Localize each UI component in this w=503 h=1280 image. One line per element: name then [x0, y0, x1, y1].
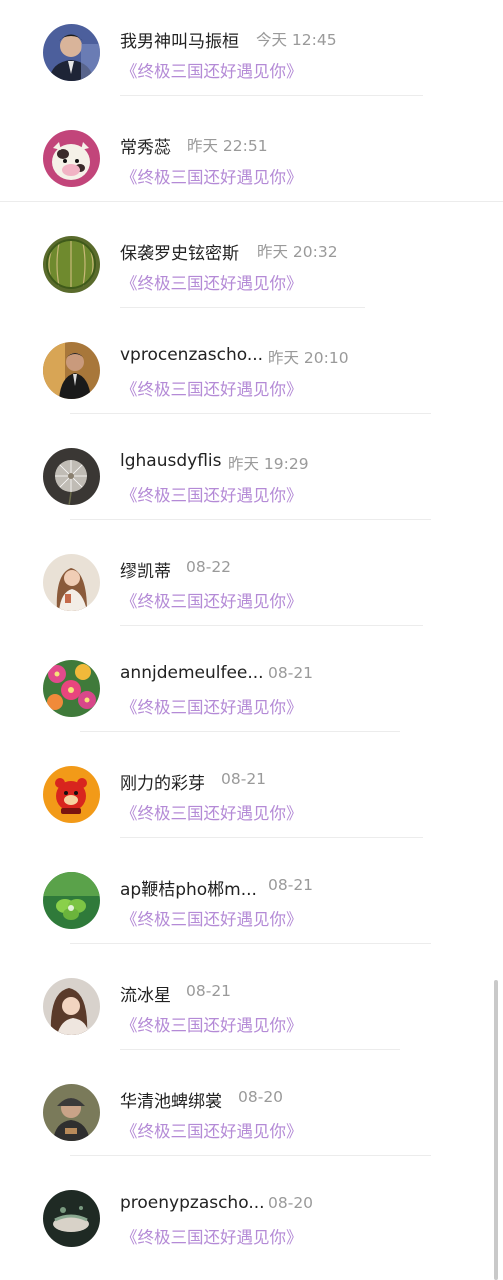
- message-preview: 《终极三国还好遇见你》: [121, 804, 303, 823]
- conversation-row[interactable]: 常秀蕊 昨天 22:51 《终极三国还好遇见你》: [0, 106, 503, 212]
- row-divider: [70, 943, 431, 944]
- contact-name: proenypzascho...: [120, 1193, 265, 1213]
- conversation-row[interactable]: proenypzascho... 08-20 《终极三国还好遇见你》: [0, 1166, 503, 1272]
- conversation-row[interactable]: vprocenzascho... 昨天 20:10 《终极三国还好遇见你》: [0, 318, 503, 424]
- girl-portrait-photo-icon[interactable]: [43, 978, 100, 1035]
- contact-name: 流冰星: [120, 986, 171, 1006]
- cactus-photo-icon[interactable]: [43, 236, 100, 293]
- row-divider: [120, 95, 423, 96]
- contact-name: 缪凯蒂: [120, 562, 171, 582]
- message-time: 昨天 20:10: [268, 349, 349, 367]
- message-preview: 《终极三国还好遇见你》: [121, 168, 303, 187]
- message-preview: 《终极三国还好遇见你》: [121, 1228, 303, 1247]
- message-preview: 《终极三国还好遇见你》: [121, 486, 303, 505]
- message-time: 08-22: [186, 558, 232, 576]
- row-divider: [70, 519, 431, 520]
- contact-name: 华清池蜱绑裳: [120, 1092, 222, 1112]
- row-divider: [120, 1049, 400, 1050]
- message-preview: 《终极三国还好遇见你》: [121, 592, 303, 611]
- woman-portrait-photo-icon[interactable]: [43, 554, 100, 611]
- conversation-row[interactable]: 华清池蜱绑裳 08-20 《终极三国还好遇见你》: [0, 1060, 503, 1166]
- conversation-row[interactable]: ap鞭桔pho郴m... 08-21 《终极三国还好遇见你》: [0, 848, 503, 954]
- contact-name: lghausdyflis: [120, 451, 222, 471]
- message-time: 08-21: [186, 982, 232, 1000]
- message-time: 08-21: [221, 770, 267, 788]
- contact-name: 我男神叫马振桓: [120, 32, 239, 52]
- contact-name: annjdemeulfee...: [120, 663, 264, 683]
- contact-name: 保袭罗史铉密斯: [120, 244, 239, 264]
- dandelion-photo-icon[interactable]: [43, 448, 100, 505]
- conversation-list: 我男神叫马振桓 今天 12:45 《终极三国还好遇见你》 常秀蕊 昨天 22:5…: [0, 0, 503, 1280]
- contact-name: 刚力的彩芽: [120, 774, 205, 794]
- row-divider: [120, 837, 423, 838]
- message-preview: 《终极三国还好遇见你》: [121, 1016, 303, 1035]
- row-divider: [0, 201, 503, 202]
- message-time: 08-21: [268, 876, 314, 894]
- conversation-row[interactable]: 我男神叫马振桓 今天 12:45 《终极三国还好遇见你》: [0, 0, 503, 106]
- dark-scene-photo-icon[interactable]: [43, 1190, 100, 1247]
- contact-name: ap鞭桔pho郴m...: [120, 880, 257, 900]
- conversation-row[interactable]: 流冰星 08-21 《终极三国还好遇见你》: [0, 954, 503, 1060]
- conversation-row[interactable]: lghausdyflis 昨天 19:29 《终极三国还好遇见你》: [0, 424, 503, 530]
- row-divider: [80, 731, 400, 732]
- message-time: 昨天 22:51: [187, 137, 268, 155]
- cartoon-cow-avatar-icon[interactable]: [43, 130, 100, 187]
- row-divider: [70, 413, 431, 414]
- contact-name: 常秀蕊: [120, 138, 171, 158]
- message-preview: 《终极三国还好遇见你》: [121, 274, 303, 293]
- man-with-cap-photo-icon[interactable]: [43, 1084, 100, 1141]
- conversation-row[interactable]: 保袭罗史铉密斯 昨天 20:32 《终极三国还好遇见你》: [0, 212, 503, 318]
- message-preview: 《终极三国还好遇见你》: [121, 698, 303, 717]
- message-time: 08-21: [268, 664, 314, 682]
- message-time: 08-20: [268, 1194, 314, 1212]
- row-divider: [120, 625, 423, 626]
- man-portrait-photo-icon[interactable]: [43, 342, 100, 399]
- message-preview: 《终极三国还好遇见你》: [121, 62, 303, 81]
- conversation-row[interactable]: annjdemeulfee... 08-21 《终极三国还好遇见你》: [0, 636, 503, 742]
- clover-photo-icon[interactable]: [43, 872, 100, 929]
- row-divider: [70, 1155, 431, 1156]
- row-divider: [120, 307, 365, 308]
- message-preview: 《终极三国还好遇见你》: [121, 1122, 303, 1141]
- contact-name: vprocenzascho...: [120, 345, 264, 365]
- conversation-row[interactable]: 缪凯蒂 08-22 《终极三国还好遇见你》: [0, 530, 503, 636]
- cartoon-bear-avatar-icon[interactable]: [43, 766, 100, 823]
- man-in-suit-photo-icon[interactable]: [43, 24, 100, 81]
- message-time: 今天 12:45: [256, 31, 337, 49]
- conversation-row[interactable]: 刚力的彩芽 08-21 《终极三国还好遇见你》: [0, 742, 503, 848]
- scrollbar[interactable]: [494, 980, 498, 1280]
- message-time: 08-20: [238, 1088, 284, 1106]
- message-time: 昨天 20:32: [257, 243, 338, 261]
- flowers-photo-icon[interactable]: [43, 660, 100, 717]
- message-time: 昨天 19:29: [228, 455, 309, 473]
- message-preview: 《终极三国还好遇见你》: [121, 910, 303, 929]
- message-preview: 《终极三国还好遇见你》: [121, 380, 303, 399]
